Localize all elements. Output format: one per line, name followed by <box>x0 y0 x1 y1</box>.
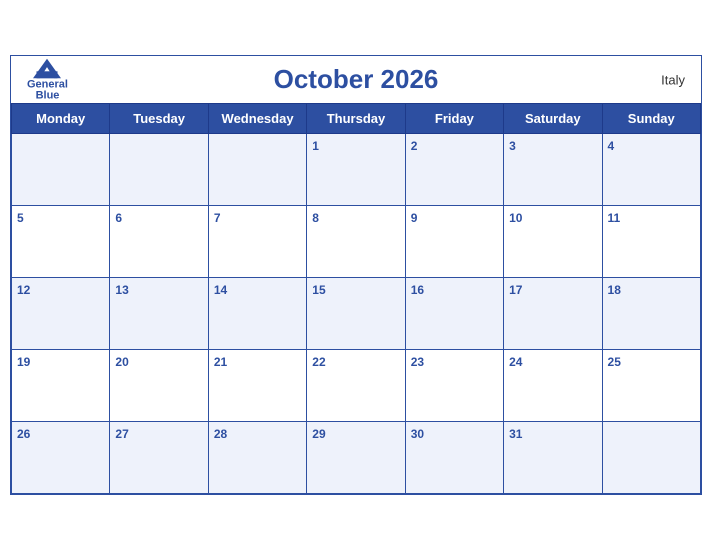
day-number: 4 <box>608 139 615 153</box>
day-number: 12 <box>17 283 30 297</box>
day-number: 5 <box>17 211 24 225</box>
weekday-header: Monday <box>12 104 110 134</box>
calendar-day-cell: 13 <box>110 278 208 350</box>
calendar-day-cell: 31 <box>504 422 602 494</box>
calendar-table: MondayTuesdayWednesdayThursdayFridaySatu… <box>11 103 701 494</box>
calendar-day-cell <box>602 422 700 494</box>
day-number: 9 <box>411 211 418 225</box>
calendar-week-row: 12 13 14 15 16 17 18 <box>12 278 701 350</box>
calendar-day-cell: 5 <box>12 206 110 278</box>
day-number: 21 <box>214 355 227 369</box>
calendar-day-cell: 2 <box>405 134 503 206</box>
calendar-day-cell: 30 <box>405 422 503 494</box>
calendar-day-cell: 1 <box>307 134 405 206</box>
country-label: Italy <box>661 72 685 87</box>
day-number: 26 <box>17 427 30 441</box>
day-number: 1 <box>312 139 319 153</box>
calendar: General Blue October 2026 Italy MondayTu… <box>10 55 702 495</box>
weekday-header: Saturday <box>504 104 602 134</box>
calendar-day-cell: 21 <box>208 350 306 422</box>
day-number: 23 <box>411 355 424 369</box>
calendar-day-cell <box>12 134 110 206</box>
calendar-day-cell: 6 <box>110 206 208 278</box>
calendar-day-cell: 16 <box>405 278 503 350</box>
weekday-header: Thursday <box>307 104 405 134</box>
calendar-day-cell: 25 <box>602 350 700 422</box>
calendar-day-cell: 17 <box>504 278 602 350</box>
weekday-header: Wednesday <box>208 104 306 134</box>
calendar-day-cell: 27 <box>110 422 208 494</box>
day-number: 28 <box>214 427 227 441</box>
day-number: 6 <box>115 211 122 225</box>
day-number: 30 <box>411 427 424 441</box>
logo: General Blue <box>27 58 68 101</box>
day-number: 11 <box>608 211 621 225</box>
calendar-day-cell: 11 <box>602 206 700 278</box>
calendar-day-cell: 9 <box>405 206 503 278</box>
day-number: 29 <box>312 427 325 441</box>
calendar-day-cell: 10 <box>504 206 602 278</box>
calendar-day-cell: 12 <box>12 278 110 350</box>
day-number: 18 <box>608 283 621 297</box>
calendar-day-cell: 19 <box>12 350 110 422</box>
day-number: 25 <box>608 355 621 369</box>
calendar-day-cell: 24 <box>504 350 602 422</box>
calendar-day-cell: 29 <box>307 422 405 494</box>
calendar-week-row: 19 20 21 22 23 24 25 <box>12 350 701 422</box>
calendar-day-cell: 18 <box>602 278 700 350</box>
day-number: 22 <box>312 355 325 369</box>
logo-blue: Blue <box>36 90 60 101</box>
calendar-day-cell: 26 <box>12 422 110 494</box>
day-number: 3 <box>509 139 516 153</box>
day-number: 27 <box>115 427 128 441</box>
calendar-day-cell: 4 <box>602 134 700 206</box>
day-number: 7 <box>214 211 221 225</box>
day-number: 19 <box>17 355 30 369</box>
day-number: 24 <box>509 355 522 369</box>
calendar-day-cell: 8 <box>307 206 405 278</box>
day-number: 2 <box>411 139 418 153</box>
day-number: 13 <box>115 283 128 297</box>
logo-icon <box>33 58 61 78</box>
calendar-header: General Blue October 2026 Italy <box>11 56 701 103</box>
calendar-week-row: 1 2 3 4 <box>12 134 701 206</box>
calendar-day-cell: 28 <box>208 422 306 494</box>
weekday-header: Sunday <box>602 104 700 134</box>
weekday-header: Friday <box>405 104 503 134</box>
day-number: 16 <box>411 283 424 297</box>
day-number: 20 <box>115 355 128 369</box>
calendar-day-cell <box>208 134 306 206</box>
calendar-day-cell: 22 <box>307 350 405 422</box>
day-number: 8 <box>312 211 319 225</box>
calendar-week-row: 26 27 28 29 30 31 <box>12 422 701 494</box>
day-number: 17 <box>509 283 522 297</box>
calendar-day-cell: 15 <box>307 278 405 350</box>
calendar-week-row: 5 6 7 8 9 10 11 <box>12 206 701 278</box>
calendar-day-cell <box>110 134 208 206</box>
calendar-day-cell: 3 <box>504 134 602 206</box>
calendar-day-cell: 20 <box>110 350 208 422</box>
weekday-header-row: MondayTuesdayWednesdayThursdayFridaySatu… <box>12 104 701 134</box>
calendar-day-cell: 7 <box>208 206 306 278</box>
calendar-day-cell: 14 <box>208 278 306 350</box>
weekday-header: Tuesday <box>110 104 208 134</box>
calendar-day-cell: 23 <box>405 350 503 422</box>
day-number: 10 <box>509 211 522 225</box>
day-number: 15 <box>312 283 325 297</box>
month-title: October 2026 <box>274 64 439 95</box>
day-number: 14 <box>214 283 227 297</box>
day-number: 31 <box>509 427 522 441</box>
